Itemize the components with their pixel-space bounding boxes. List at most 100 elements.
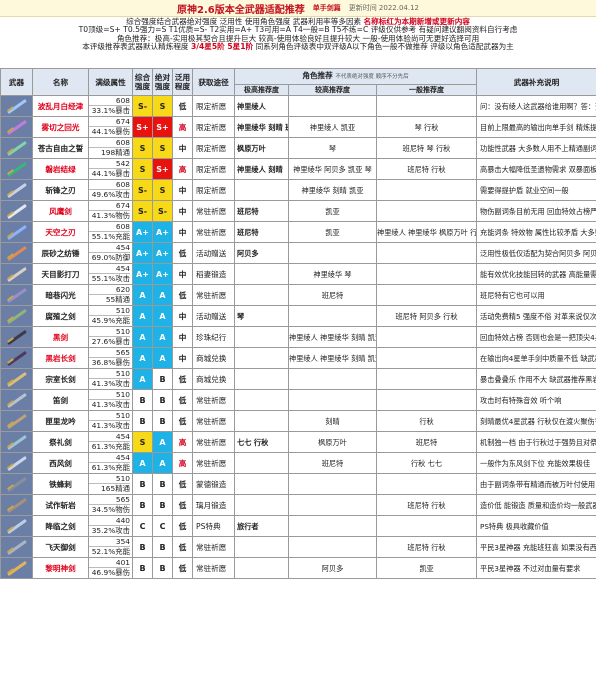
table-row: 飞天御剑 354 52.1%充能 B B 低常驻祈愿 班尼特 行秋 平民3星神器 充能班狂喜 … xyxy=(0,536,596,558)
weapon-name: 天目影打刀 xyxy=(32,263,89,285)
weapon-substat: 198精通 xyxy=(101,148,130,157)
weapon-desc: 物伤副词条目前无用 回血特效占榜严重 不过高攻击属性依然有效 xyxy=(476,200,596,222)
weapon-substat: 45.9%充能 xyxy=(91,316,130,325)
role-mid xyxy=(288,536,377,558)
role-high xyxy=(234,179,289,201)
utility-level: 低 xyxy=(172,410,193,432)
weapon-substat: 49.6%攻击 xyxy=(91,190,130,199)
table-row: 腐殖之剑 510 45.9%充能 A A 中活动赠送琴班尼特 阿贝多 行秋 活动免费精5 强… xyxy=(0,305,596,327)
weapon-atk: 454 xyxy=(89,265,130,274)
weapon-substat: 165精通 xyxy=(101,484,130,493)
col-overall: 综合强度 xyxy=(132,68,153,96)
weapon-stat: 510 45.9%充能 xyxy=(88,305,133,327)
table-row: 宗室长剑 510 41.3%攻击 A B 低商城兑换 暴击叠叠乐 作用不大 缺武器推荐黑岩 xyxy=(0,368,596,390)
weapon-substat: 55.1%攻击 xyxy=(91,274,130,283)
weapon-icon xyxy=(0,179,33,201)
col-role-low: 一般推荐度 xyxy=(375,84,478,96)
utility-level: 高 xyxy=(172,116,193,138)
weapon-icon xyxy=(0,284,33,306)
weapon-stat: 354 52.1%充能 xyxy=(88,536,133,558)
weapon-stat: 454 61.3%充能 xyxy=(88,452,133,474)
weapon-stat: 542 44.1%暴击 xyxy=(88,158,133,180)
weapon-stat: 565 36.8%暴伤 xyxy=(88,347,133,369)
note-4-suffix: 同系列角色评级表中双评级A以下角色一般不做推荐 评级以角色适配武器为主 xyxy=(255,42,514,52)
weapon-name: 磐岩结绿 xyxy=(32,158,89,180)
utility-level: 低 xyxy=(172,389,193,411)
role-low xyxy=(375,242,478,264)
weapon-icon xyxy=(0,536,33,558)
weapon-name: 祭礼剑 xyxy=(32,431,89,453)
weapon-name: 苍古自由之誓 xyxy=(32,137,89,159)
utility-level: 低 xyxy=(172,494,193,516)
role-high xyxy=(234,368,289,390)
table-row: 天目影打刀 454 55.1%攻击 A+ A+ 中稻妻锻造 神里绫华 琴能有效优化技能回转的… xyxy=(0,263,596,285)
absolute-tier: A xyxy=(152,284,173,306)
utility-level: 低 xyxy=(172,557,193,579)
overall-tier: A xyxy=(132,284,153,306)
weapon-substat: 61.3%充能 xyxy=(91,463,130,472)
role-high xyxy=(234,326,289,348)
source: 限定祈愿 xyxy=(192,137,235,159)
utility-level: 低 xyxy=(172,473,193,495)
source: 活动赠送 xyxy=(192,305,235,327)
absolute-tier: A+ xyxy=(152,221,173,243)
table-row: 磐岩结绿 542 44.1%暴击 S S+ 高限定祈愿 神里绫人 刻晴 神里绫华 阿贝多 凯亚… xyxy=(0,158,596,180)
weapon-stat: 510 165精通 xyxy=(88,473,133,495)
utility-level: 中 xyxy=(172,221,193,243)
weapon-desc: 刻晴最优4星武器 行秋仅在渡火聚伤害时可用 日常不推荐 xyxy=(476,410,596,432)
absolute-tier: A+ xyxy=(152,263,173,285)
role-low: 班尼特 行秋 xyxy=(375,158,478,180)
note-4-red: 3/4星5阶 5星1阶 xyxy=(190,42,254,52)
notes-panel: 综合强度结合武器绝对强度 泛用性 使用角色强度 武器利用率等多因素 名称标红为本… xyxy=(0,17,596,68)
role-high: 琴 xyxy=(234,305,289,327)
source: 璃月锻造 xyxy=(192,494,235,516)
role-low: 凯亚 xyxy=(375,557,478,579)
table-row: 雾切之回光67444.1%暴伤S+S+高限定祈愿神里绫华 刻晴 班尼特神里绫人 … xyxy=(0,116,596,138)
table-row: 风鹰剑 674 41.3%物伤 S- S- 中常驻祈愿 班尼特 凯亚 物伤副词条目前无用 回血特… xyxy=(0,200,596,222)
source: 常驻祈愿 xyxy=(192,536,235,558)
role-mid xyxy=(288,305,377,327)
weapon-substat: 55精通 xyxy=(105,295,130,304)
overall-tier: S- xyxy=(132,179,153,201)
weapon-name: 匣里龙吟 xyxy=(32,410,89,432)
weapon-icon xyxy=(0,137,33,159)
table-row: 黑剑 510 27.6%暴击 A A 中珍珠纪行 神里绫人 神里绫华 刻晴 凯亚 回血特效占榜… xyxy=(0,326,596,348)
weapon-stat: 454 61.3%充能 xyxy=(88,431,133,453)
weapon-icon xyxy=(0,116,33,138)
table-row: 黑岩长剑 565 36.8%暴伤 A A 中商城兑换 神里绫人 神里绫华 刻晴 凯亚 在输出向… xyxy=(0,347,596,369)
role-low xyxy=(375,284,478,306)
role-low: 神里绫人 神里绫华 枫原万叶 行秋 xyxy=(375,221,478,243)
weapon-atk: 454 xyxy=(89,433,130,442)
weapon-substat: 35.2%攻击 xyxy=(91,526,130,535)
weapon-atk: 608 xyxy=(89,139,130,148)
weapon-atk: 510 xyxy=(89,475,130,484)
weapon-name: 波乱月白经津 xyxy=(32,95,89,117)
weapon-desc: 问：没有绫人这武器给谁用啊？答：查无此人 xyxy=(476,95,596,117)
weapon-desc: 平民3星神器 充能班狂喜 如果没有西风剑那就用它吧 不会让你失望 xyxy=(476,536,596,558)
overall-tier: B xyxy=(132,536,153,558)
absolute-tier: B xyxy=(152,389,173,411)
role-low: 行秋 xyxy=(375,410,478,432)
absolute-tier: B xyxy=(152,536,173,558)
weapon-name: 天空之刃 xyxy=(32,221,89,243)
absolute-tier: A xyxy=(152,431,173,453)
weapon-stat: 510 41.3%攻击 xyxy=(88,410,133,432)
weapon-atk: 542 xyxy=(89,160,130,169)
role-mid: 神里绫华 刻晴 凯亚 xyxy=(288,179,377,201)
page-subtitle: 单手剑篇 xyxy=(312,4,341,12)
weapon-substat: 41.3%攻击 xyxy=(91,379,130,388)
weapon-desc: 需要得提护盾 就业空间一般 xyxy=(476,179,596,201)
weapon-desc: 攻击时有特殊音效 听个响 xyxy=(476,389,596,411)
note-line-4: 本评级推荐表武器默认精炼程度 3/4星5阶 5星1阶 同系列角色评级表中双评级A… xyxy=(0,42,596,52)
col-roles: 角色推荐 不代表绝对强度 顺序不分先后 xyxy=(233,68,478,85)
source: 珍珠纪行 xyxy=(192,326,235,348)
weapon-stat: 674 44.1%暴伤 xyxy=(88,116,133,138)
table-row: 降临之剑 440 35.2%攻击 C C 低 PS特典 旅行者 PS特典 极具收藏价值 xyxy=(0,515,596,537)
overall-tier: B xyxy=(132,557,153,579)
weapon-icon xyxy=(0,221,33,243)
role-high: 枫原万叶 xyxy=(234,137,289,159)
role-low xyxy=(375,200,478,222)
role-mid: 阿贝多 xyxy=(288,557,377,579)
overall-tier: A+ xyxy=(132,263,153,285)
role-high: 班尼特 xyxy=(234,200,289,222)
